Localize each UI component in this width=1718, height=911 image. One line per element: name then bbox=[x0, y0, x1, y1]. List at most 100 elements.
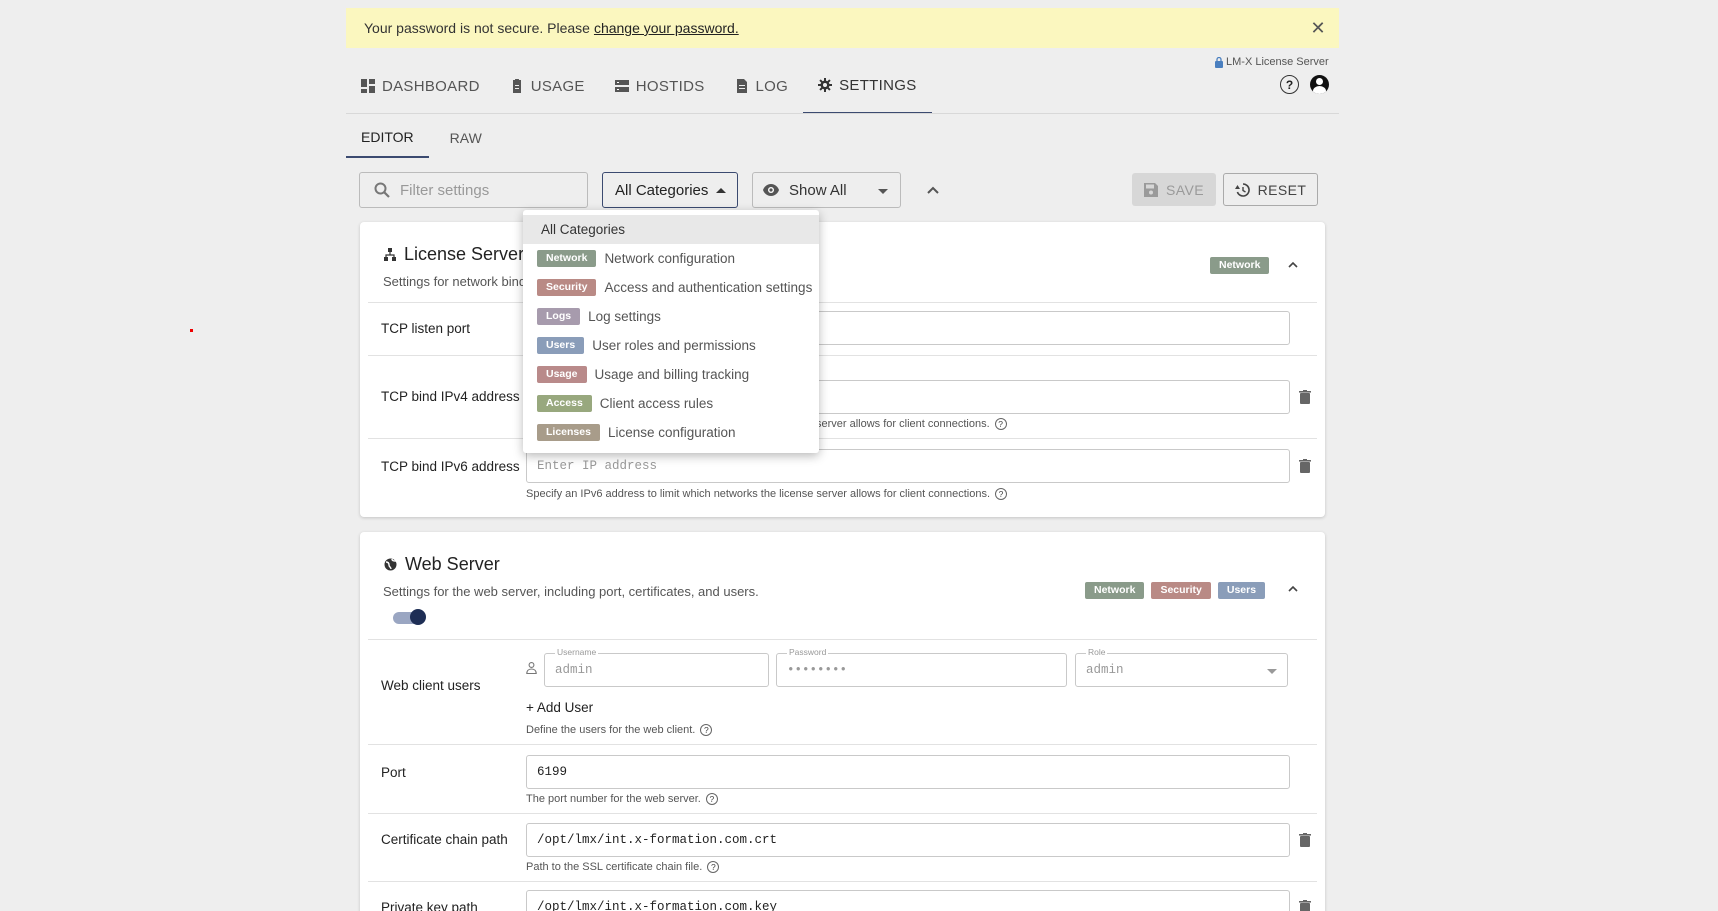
license-server-card: License Server Settings for network bind… bbox=[360, 222, 1325, 517]
dropdown-item-access[interactable]: Access Client access rules bbox=[523, 389, 819, 418]
section-description: Settings for network bind bbox=[383, 274, 527, 289]
divider bbox=[368, 355, 1317, 356]
key-path-input[interactable]: /opt/lmx/int.x-formation.com.key bbox=[526, 890, 1290, 911]
dropdown-item-users[interactable]: Users User roles and permissions bbox=[523, 331, 819, 360]
username-input[interactable]: Username admin bbox=[544, 647, 769, 687]
setting-hint: server allows for client connections.? bbox=[816, 418, 1007, 430]
role-label: Role bbox=[1086, 647, 1108, 657]
tab-usage[interactable]: USAGE bbox=[495, 58, 600, 114]
brand-name: LM-X License Server bbox=[1226, 56, 1329, 68]
category-badge: Access bbox=[537, 395, 592, 412]
dropdown-item-security[interactable]: Security Access and authentication settin… bbox=[523, 273, 819, 302]
search-icon bbox=[374, 182, 390, 198]
gear-icon bbox=[818, 78, 833, 92]
help-icon[interactable]: ? bbox=[1280, 75, 1299, 94]
role-select[interactable]: Role admin bbox=[1075, 647, 1288, 687]
ipv6-input[interactable]: Enter IP address bbox=[526, 449, 1290, 483]
reset-button[interactable]: RESET bbox=[1223, 173, 1318, 206]
caret-down-icon bbox=[878, 189, 888, 194]
divider bbox=[368, 438, 1317, 439]
change-password-link[interactable]: change your password. bbox=[594, 20, 739, 36]
chevron-up-icon[interactable] bbox=[1286, 582, 1300, 596]
visibility-select[interactable]: Show All bbox=[752, 172, 901, 208]
main-nav: DASHBOARD USAGE HOSTIDS LOG SETTINGS bbox=[346, 58, 932, 114]
trash-icon[interactable] bbox=[1299, 459, 1311, 473]
lock-icon bbox=[1215, 56, 1223, 68]
trash-icon[interactable] bbox=[1299, 390, 1311, 404]
help-icon[interactable]: ? bbox=[705, 793, 718, 805]
cert-path-input[interactable]: /opt/lmx/int.x-formation.com.crt bbox=[526, 823, 1290, 857]
globe-icon bbox=[384, 558, 397, 571]
add-user-button[interactable]: + Add User bbox=[526, 700, 593, 715]
caret-down-icon bbox=[1267, 669, 1277, 674]
trash-icon[interactable] bbox=[1299, 900, 1311, 911]
caret-up-icon bbox=[716, 188, 726, 193]
dropdown-item-licenses[interactable]: Licenses License configuration bbox=[523, 418, 819, 447]
section-title: License Server bbox=[404, 244, 525, 264]
dropdown-item-logs[interactable]: Logs Log settings bbox=[523, 302, 819, 331]
category-badge: Usage bbox=[537, 366, 587, 383]
help-icon[interactable]: ? bbox=[995, 488, 1008, 500]
security-badge: Security bbox=[1151, 582, 1211, 599]
tab-label: HOSTIDS bbox=[635, 77, 705, 95]
collapse-all-icon[interactable] bbox=[924, 181, 942, 199]
help-icon[interactable]: ? bbox=[994, 418, 1007, 430]
category-badge: Logs bbox=[537, 308, 581, 325]
server-icon bbox=[614, 80, 629, 92]
tab-settings[interactable]: SETTINGS bbox=[803, 58, 932, 114]
section-title: Web Server bbox=[405, 554, 500, 574]
banner-text: Your password is not secure. Please bbox=[364, 20, 590, 36]
filter-settings[interactable] bbox=[359, 172, 588, 208]
eye-icon bbox=[763, 184, 779, 196]
badge-group: Network Security Users bbox=[1085, 582, 1266, 599]
dropdown-item-label: Client access rules bbox=[599, 396, 714, 411]
port-input[interactable]: 6199 bbox=[526, 755, 1290, 789]
help-icon[interactable]: ? bbox=[707, 861, 720, 873]
category-badge: Security bbox=[537, 279, 597, 296]
help-icon[interactable]: ? bbox=[700, 724, 713, 736]
password-label: Password bbox=[787, 647, 829, 657]
trash-icon[interactable] bbox=[1299, 833, 1311, 847]
section-description: Settings for the web server, including p… bbox=[383, 584, 759, 599]
setting-hint: The port number for the web server.? bbox=[526, 793, 718, 805]
dropdown-item-usage[interactable]: Usage Usage and billing tracking bbox=[523, 360, 819, 389]
users-badge: Users bbox=[1217, 582, 1266, 599]
category-badge: Network bbox=[537, 250, 597, 267]
filter-input[interactable] bbox=[400, 181, 570, 199]
setting-label: TCP bind IPv4 address bbox=[381, 389, 520, 404]
person-icon bbox=[526, 662, 537, 674]
setting-label: Private key path bbox=[381, 900, 478, 911]
setting-hint: Specify an IPv6 address to limit which n… bbox=[526, 488, 1008, 500]
close-icon[interactable]: ✕ bbox=[1307, 17, 1329, 39]
subtab-editor[interactable]: EDITOR bbox=[346, 118, 429, 158]
dropdown-item-label: License configuration bbox=[607, 425, 736, 440]
password-input[interactable]: Password •••••••• bbox=[776, 647, 1067, 687]
setting-label: TCP bind IPv6 address bbox=[381, 459, 520, 474]
category-badge: Users bbox=[537, 337, 585, 354]
username-value: admin bbox=[555, 663, 593, 677]
account-icon[interactable] bbox=[1310, 75, 1329, 94]
dropdown-item-label: Log settings bbox=[588, 309, 661, 324]
role-value: admin bbox=[1086, 663, 1124, 677]
enable-toggle[interactable] bbox=[393, 609, 426, 625]
setting-label: TCP listen port bbox=[381, 321, 471, 336]
password-value: •••••••• bbox=[787, 663, 848, 677]
save-button[interactable]: SAVE bbox=[1132, 173, 1216, 206]
tab-dashboard[interactable]: DASHBOARD bbox=[346, 58, 495, 114]
subtab-raw[interactable]: RAW bbox=[435, 118, 497, 158]
show-value: Show All bbox=[789, 181, 847, 199]
category-badge: Licenses bbox=[537, 424, 600, 441]
category-select[interactable]: All Categories bbox=[602, 172, 738, 208]
tab-log[interactable]: LOG bbox=[720, 58, 804, 114]
tab-label: SETTINGS bbox=[839, 76, 917, 94]
security-banner: Your password is not secure. Please chan… bbox=[346, 8, 1339, 48]
tab-hostids[interactable]: HOSTIDS bbox=[600, 58, 720, 114]
chevron-up-icon[interactable] bbox=[1286, 258, 1300, 272]
category-dropdown: All Categories Network Network configurat… bbox=[523, 210, 819, 453]
tab-label: DASHBOARD bbox=[382, 77, 480, 95]
file-icon bbox=[736, 79, 747, 93]
network-badge: Network bbox=[1085, 582, 1145, 599]
dropdown-item-network[interactable]: Network Network configuration bbox=[523, 244, 819, 273]
dashboard-icon bbox=[361, 79, 375, 93]
dropdown-item-all[interactable]: All Categories bbox=[523, 215, 819, 244]
